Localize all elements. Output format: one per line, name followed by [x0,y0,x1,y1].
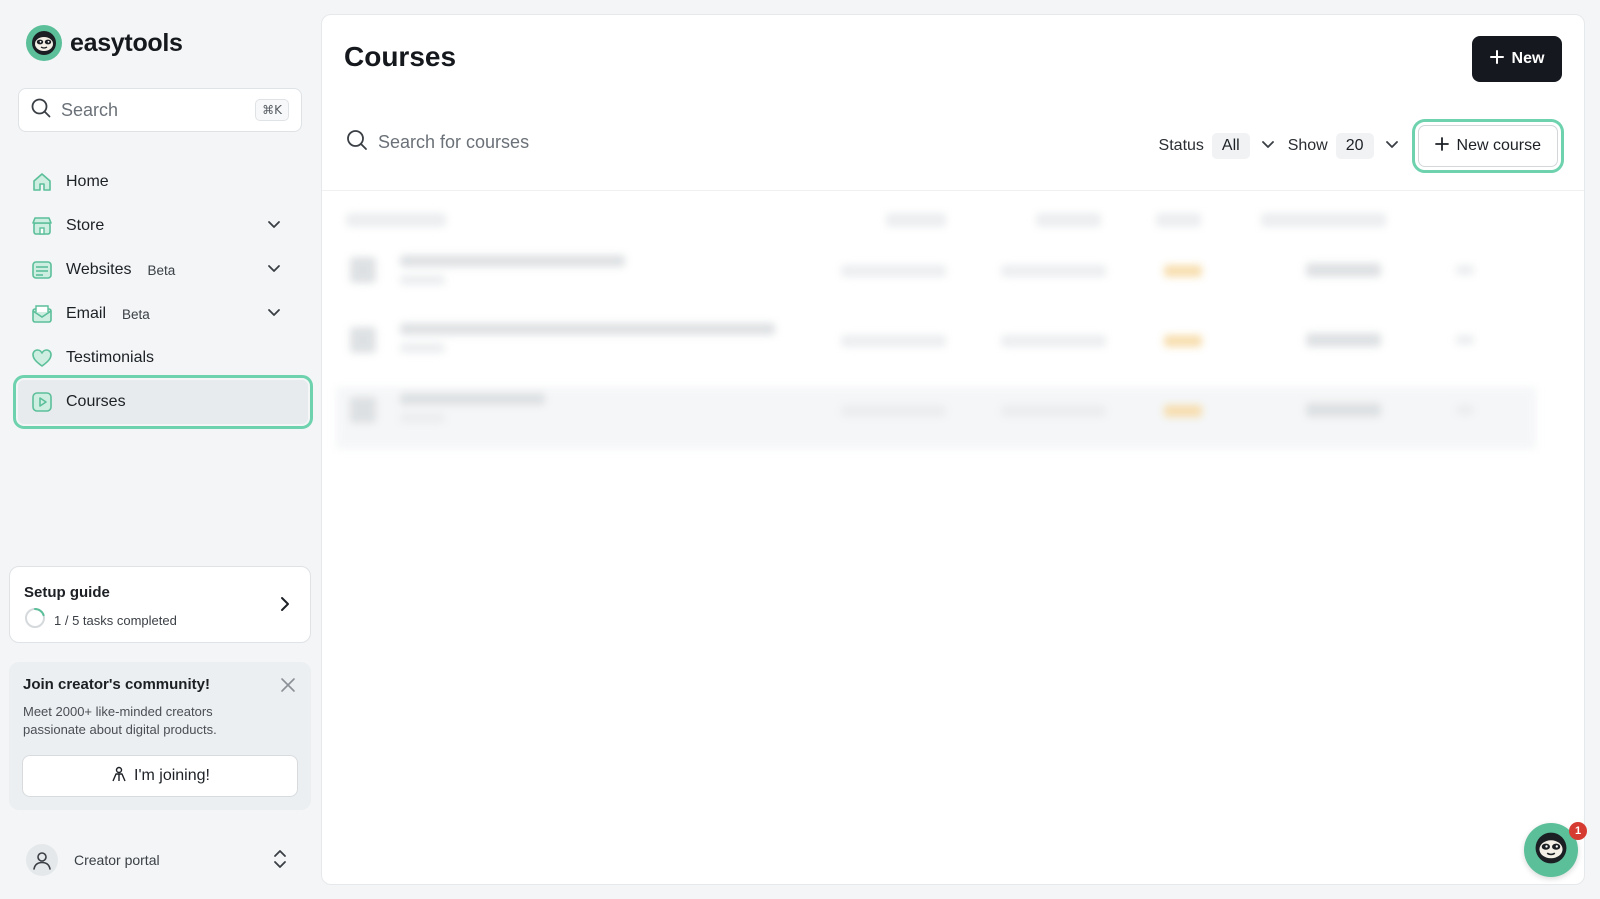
sidebar-item-label: Store [66,217,105,234]
sloth-chat-icon [1533,830,1569,871]
brand-name: easytools [70,28,183,57]
show-count-select[interactable]: 20 [1335,133,1374,159]
chevron-down-icon[interactable] [1260,136,1276,157]
search-icon [31,98,51,123]
sidebar-item-label: Testimonials [66,349,155,366]
close-icon[interactable] [279,676,297,699]
chevron-down-icon[interactable] [1384,136,1400,157]
table-row [336,317,1536,379]
creator-portal-switcher[interactable]: Creator portal [26,840,296,880]
table-row [336,387,1536,449]
setup-guide-card[interactable]: Setup guide 1 / 5 tasks completed [9,566,311,643]
heart-icon [30,346,54,370]
beta-badge: Beta [122,306,150,322]
new-course-button[interactable]: New course [1411,119,1565,173]
courses-table-blurred [336,195,1536,455]
creator-portal-label: Creator portal [74,852,160,868]
sidebar: easytools Search ⌘K Home Store Websites … [0,0,320,899]
store-icon [30,214,54,238]
plus-icon [1434,136,1449,156]
chevron-down-icon[interactable] [266,216,282,237]
chevron-down-icon[interactable] [266,260,282,281]
course-search-placeholder: Search for courses [378,132,530,152]
show-filter-label: Show [1287,137,1328,154]
notification-badge: 1 [1569,822,1587,840]
website-icon [30,258,54,282]
new-course-button-label: New course [1456,137,1541,154]
course-search-input[interactable]: Search for courses [346,129,529,156]
chevron-down-icon[interactable] [266,304,282,325]
community-title: Join creator's community! [23,676,210,693]
new-button-label: New [1511,50,1545,67]
play-icon [30,390,54,414]
search-icon [346,129,368,156]
progress-ring-icon [24,607,46,634]
search-placeholder: Search [61,99,119,120]
sidebar-item-websites[interactable]: Websites Beta [18,248,308,292]
sidebar-item-home[interactable]: Home [18,160,308,204]
table-row [336,247,1536,309]
sidebar-item-courses[interactable]: Courses [13,375,313,429]
filters: Status All Show 20 New course [1158,119,1565,173]
plus-icon [1489,49,1504,69]
join-community-button[interactable]: I'm joining! [22,755,298,797]
search-input[interactable]: Search ⌘K [18,88,302,132]
chevron-up-down-icon[interactable] [272,848,288,875]
sidebar-item-testimonials[interactable]: Testimonials [18,336,308,380]
join-button-label: I'm joining! [134,767,210,784]
sidebar-item-label: Courses [66,393,126,410]
community-card: Join creator's community! Meet 2000+ lik… [9,662,311,810]
people-icon [110,765,128,788]
search-shortcut: ⌘K [255,99,289,121]
email-icon [30,302,54,326]
sidebar-item-label: Home [66,173,109,190]
courses-panel: Courses New Search for courses Status Al… [321,14,1585,885]
sidebar-item-label: Email [66,305,107,322]
setup-guide-progress: 1 / 5 tasks completed [54,613,177,628]
user-avatar-icon [26,844,58,876]
sidebar-nav: Home Store Websites Beta Email Beta Test… [13,160,313,429]
sidebar-item-store[interactable]: Store [18,204,308,248]
sidebar-item-label: Websites [66,261,132,278]
brand[interactable]: easytools [26,25,183,61]
sidebar-item-email[interactable]: Email Beta [18,292,308,336]
status-filter-label: Status [1158,137,1204,154]
sloth-logo-icon [26,25,62,61]
status-filter-select[interactable]: All [1211,133,1250,159]
beta-badge: Beta [147,262,176,278]
new-button[interactable]: New [1472,36,1562,82]
home-icon [30,170,54,194]
page-title: Courses [344,41,457,72]
courses-toolbar: Search for courses Status All Show 20 Ne… [322,111,1584,191]
setup-guide-title: Setup guide [24,584,110,601]
chevron-right-icon[interactable] [278,595,292,618]
community-description: Meet 2000+ like-minded creators passiona… [23,704,217,737]
